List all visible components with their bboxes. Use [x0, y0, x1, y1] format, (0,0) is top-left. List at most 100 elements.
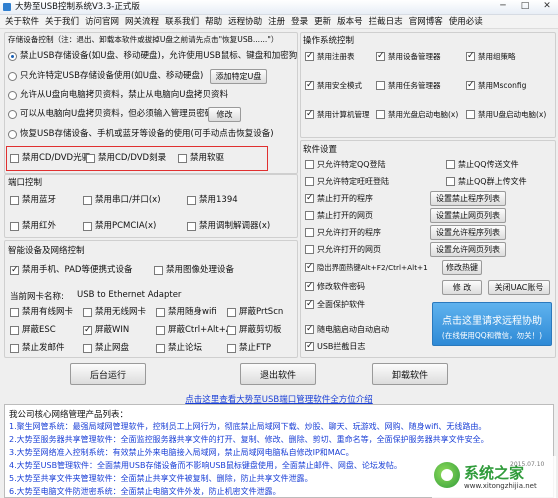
checkbox-block-clipboard[interactable]: 屏蔽剪切板	[227, 325, 282, 336]
menu-register[interactable]: 注册	[268, 15, 285, 28]
maximize-button[interactable]: □	[514, 0, 536, 13]
checkbox[interactable]	[305, 51, 314, 62]
checkbox-disable-imaging-devices[interactable]: 禁用图像处理设备	[154, 265, 234, 276]
checkbox-disable-device-manager[interactable]: 禁用设备管理器	[376, 51, 441, 62]
radio-button[interactable]	[8, 91, 17, 100]
change-hotkey-button[interactable]: 修改热键	[442, 260, 482, 275]
checkbox[interactable]	[227, 308, 236, 317]
radio-allow-specific-usb[interactable]: 只允许特定USB存储设备使用(如U盘、移动硬盘)	[8, 71, 203, 82]
checkbox[interactable]	[305, 211, 314, 220]
checkbox-allow-specific-wangwang[interactable]: 只允许特定旺旺登陆	[305, 176, 389, 187]
checkbox-full-protection[interactable]: 全面保护软件	[305, 299, 365, 310]
checkbox-block-email[interactable]: 禁止发邮件	[10, 343, 65, 354]
checkbox-usb-block-log[interactable]: USB拦截日志	[305, 341, 365, 352]
checkbox-disable-infrared[interactable]: 禁用红外	[10, 221, 56, 232]
checkbox[interactable]	[10, 326, 19, 335]
checkbox[interactable]	[10, 196, 19, 205]
set-block-site-list-button[interactable]: 设置禁止网页列表	[430, 208, 506, 223]
checkbox-block-netdisk[interactable]: 禁止网盘	[83, 343, 129, 354]
product-link[interactable]: 3.大势至网络准入控制系统：有效禁止外来电脑接入局域网，禁止局域网电脑私自修改I…	[9, 447, 354, 458]
checkbox[interactable]	[376, 51, 385, 62]
product-link[interactable]: 1.聚生网管系统：最强局域网管理软件，控制员工上网行为，彻底禁止局域网下载、炒股…	[9, 421, 486, 432]
checkbox-block-ctrl-alt-a[interactable]: 屏蔽Ctrl+Alt+A	[156, 325, 232, 336]
menu-help[interactable]: 帮助	[205, 15, 222, 28]
menu-update[interactable]: 更新	[314, 15, 331, 28]
checkbox-block-websites[interactable]: 禁止打开的网页	[305, 210, 373, 221]
checkbox-allow-specific-qq[interactable]: 只允许特定QQ登陆	[305, 159, 386, 170]
checkbox-disable-msconfig[interactable]: 禁用Msconfig	[466, 80, 526, 91]
checkbox-hide-hotkey[interactable]: 隐出界面热键Alt+F2/Ctrl+Alt+1	[305, 262, 428, 273]
disable-uac-button[interactable]: 关闭UAC账号	[488, 280, 550, 295]
checkbox-allow-programs[interactable]: 只允许打开的程序	[305, 227, 381, 238]
checkbox[interactable]	[156, 326, 165, 335]
checkbox-disable-modem[interactable]: 禁用调制解调器(x)	[187, 221, 270, 232]
checkbox[interactable]	[305, 160, 314, 169]
checkbox[interactable]	[10, 265, 19, 276]
checkbox-disable-cd-dvd-drive[interactable]: 禁用CD/DVD光驱	[10, 153, 90, 164]
checkbox-block-prtscn[interactable]: 屏蔽PrtScn	[227, 307, 283, 318]
checkbox[interactable]	[466, 51, 475, 62]
checkbox[interactable]	[227, 326, 236, 335]
checkbox-allow-websites[interactable]: 只允许打开的网页	[305, 244, 381, 255]
checkbox[interactable]	[156, 308, 165, 317]
menu-about-software[interactable]: 关于软件	[5, 15, 39, 28]
checkbox-disable-pcmcia[interactable]: 禁用PCMCIA(x)	[83, 221, 156, 232]
checkbox[interactable]	[83, 344, 92, 353]
radio-button[interactable]	[8, 52, 17, 61]
checkbox-disable-wireless-nic[interactable]: 禁用无线网卡	[83, 307, 146, 318]
checkbox-change-password[interactable]: 修改软件密码	[305, 281, 365, 292]
checkbox-disable-registry[interactable]: 禁用注册表	[305, 51, 355, 62]
checkbox-block-ftp[interactable]: 禁止FTP	[227, 343, 271, 354]
checkbox[interactable]	[83, 325, 92, 336]
checkbox-disable-safe-mode[interactable]: 禁用安全模式	[305, 80, 362, 91]
checkbox-disable-1394[interactable]: 禁用1394	[187, 195, 238, 206]
checkbox-disable-floppy[interactable]: 禁用软驱	[178, 153, 224, 164]
close-button[interactable]: ✕	[536, 0, 558, 13]
checkbox[interactable]	[187, 222, 196, 231]
set-allow-program-list-button[interactable]: 设置允许程序列表	[430, 225, 506, 240]
menu-remote-assist[interactable]: 远程协助	[228, 15, 262, 28]
menu-about-us[interactable]: 关于我们	[45, 15, 79, 28]
checkbox[interactable]	[305, 109, 314, 120]
change-password-button[interactable]: 修 改	[442, 280, 482, 295]
menu-gateway-process[interactable]: 网关流程	[125, 15, 159, 28]
menu-blog[interactable]: 官网博客	[409, 15, 443, 28]
checkbox-block-programs[interactable]: 禁止打开的程序	[305, 193, 373, 204]
menu-visit-website[interactable]: 访问官网	[85, 15, 119, 28]
radio-button[interactable]	[8, 72, 17, 81]
checkbox-disable-wired-nic[interactable]: 禁用有线网卡	[10, 307, 73, 318]
checkbox[interactable]	[10, 308, 19, 317]
checkbox-disable-group-policy[interactable]: 禁用组策略	[466, 51, 516, 62]
menu-version[interactable]: 版本号	[337, 15, 363, 28]
checkbox-block-qq-group-upload[interactable]: 禁止QQ群上传文件	[446, 176, 527, 187]
checkbox[interactable]	[10, 222, 19, 231]
set-block-program-list-button[interactable]: 设置禁止程序列表	[430, 191, 506, 206]
checkbox[interactable]	[305, 262, 314, 273]
checkbox-block-forum[interactable]: 禁止论坛	[156, 343, 202, 354]
checkbox-disable-portable-wifi[interactable]: 禁用随身wifi	[156, 307, 217, 318]
checkbox[interactable]	[305, 193, 314, 204]
checkbox[interactable]	[466, 80, 475, 91]
add-specific-usb-button[interactable]: 添加特定U盘	[210, 69, 267, 84]
checkbox[interactable]	[305, 281, 314, 292]
checkbox[interactable]	[86, 154, 95, 163]
checkbox-disable-cd-boot[interactable]: 禁用光盘启动电脑(x)	[376, 109, 458, 120]
product-link[interactable]: 6.大势至电脑文件防泄密系统：全面禁止电脑文件外发，防止机密文件泄露。	[9, 486, 281, 497]
checkbox-disable-cd-dvd-burn[interactable]: 禁用CD/DVD刻录	[86, 153, 166, 164]
product-link[interactable]: 5.大势至共享文件夹管理软件：全面禁止共享文件被复制、删除，防止共享文件泄露。	[9, 473, 313, 484]
checkbox[interactable]	[376, 81, 385, 90]
exit-software-button[interactable]: 退出软件	[240, 363, 316, 385]
run-in-background-button[interactable]: 后台运行	[70, 363, 146, 385]
radio-button[interactable]	[8, 130, 17, 139]
checkbox[interactable]	[10, 154, 19, 163]
checkbox[interactable]	[178, 154, 187, 163]
set-allow-site-list-button[interactable]: 设置允许网页列表	[430, 242, 506, 257]
checkbox[interactable]	[83, 308, 92, 317]
remote-assist-button[interactable]: 点击这里请求远程协助 (在线使用QQ和微信，勿关！)	[432, 302, 552, 346]
checkbox[interactable]	[154, 266, 163, 275]
minimize-button[interactable]: ─	[492, 0, 514, 13]
checkbox[interactable]	[305, 341, 314, 352]
checkbox[interactable]	[305, 228, 314, 237]
checkbox[interactable]	[305, 245, 314, 254]
checkbox[interactable]	[156, 344, 165, 353]
